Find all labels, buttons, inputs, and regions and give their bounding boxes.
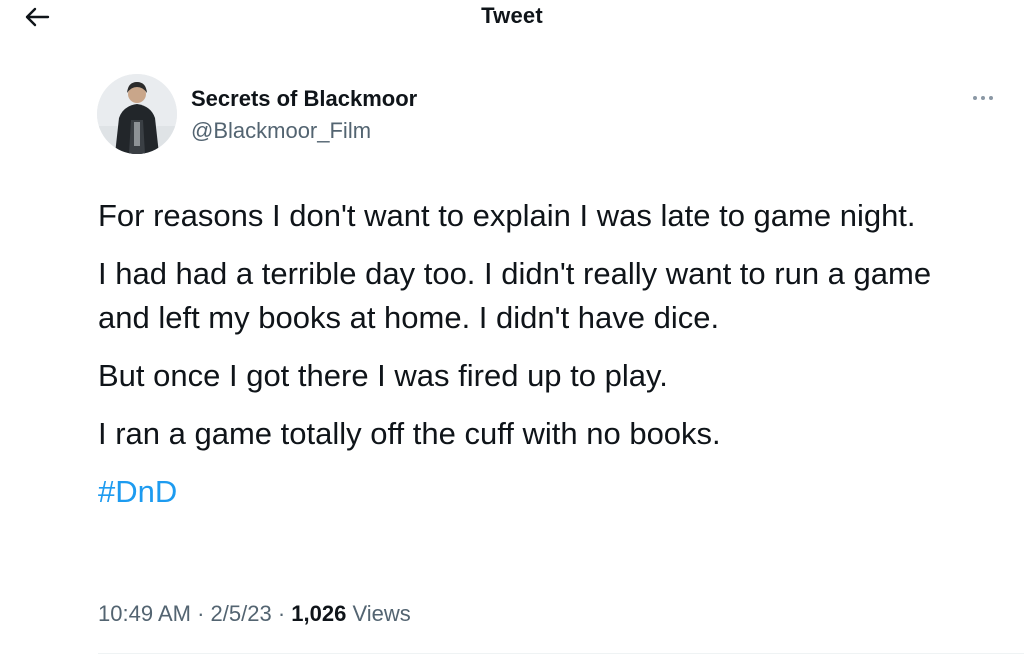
- meta-separator: ·: [197, 601, 211, 626]
- tweet-paragraph: I had had a terrible day too. I didn't r…: [98, 256, 932, 335]
- views-label: Views: [352, 601, 411, 626]
- author-display-name[interactable]: Secrets of Blackmoor: [191, 86, 417, 112]
- tweet-text: For reasons I don't want to explain I wa…: [98, 194, 978, 528]
- top-bar: Tweet: [0, 0, 1024, 50]
- avatar[interactable]: [97, 74, 177, 154]
- tweet-paragraph: I ran a game totally off the cuff with n…: [98, 416, 721, 451]
- meta-separator: ·: [277, 601, 292, 626]
- page-title: Tweet: [481, 3, 543, 28]
- more-options-button[interactable]: [968, 88, 998, 108]
- tweet-paragraph: But once I got there I was fired up to p…: [98, 358, 668, 393]
- author-handle[interactable]: @Blackmoor_Film: [191, 118, 371, 144]
- tweet-paragraph: For reasons I don't want to explain I wa…: [98, 198, 916, 233]
- tweet-paragraph: #DnD: [98, 470, 978, 514]
- tweet-meta: 10:49 AM · 2/5/23 · 1,026 Views: [98, 601, 411, 627]
- divider: [98, 653, 1024, 654]
- hashtag-link[interactable]: #DnD: [98, 474, 177, 509]
- views-count: 1,026: [291, 601, 347, 626]
- profile-photo: [97, 74, 177, 154]
- tweet-date[interactable]: 2/5/23: [211, 601, 272, 626]
- tweet-time[interactable]: 10:49 AM: [98, 601, 191, 626]
- tweet-detail-page: Tweet Secrets of Blackmoor @Blackmoor_Fi…: [0, 0, 1024, 661]
- more-horizontal-icon: [973, 96, 993, 100]
